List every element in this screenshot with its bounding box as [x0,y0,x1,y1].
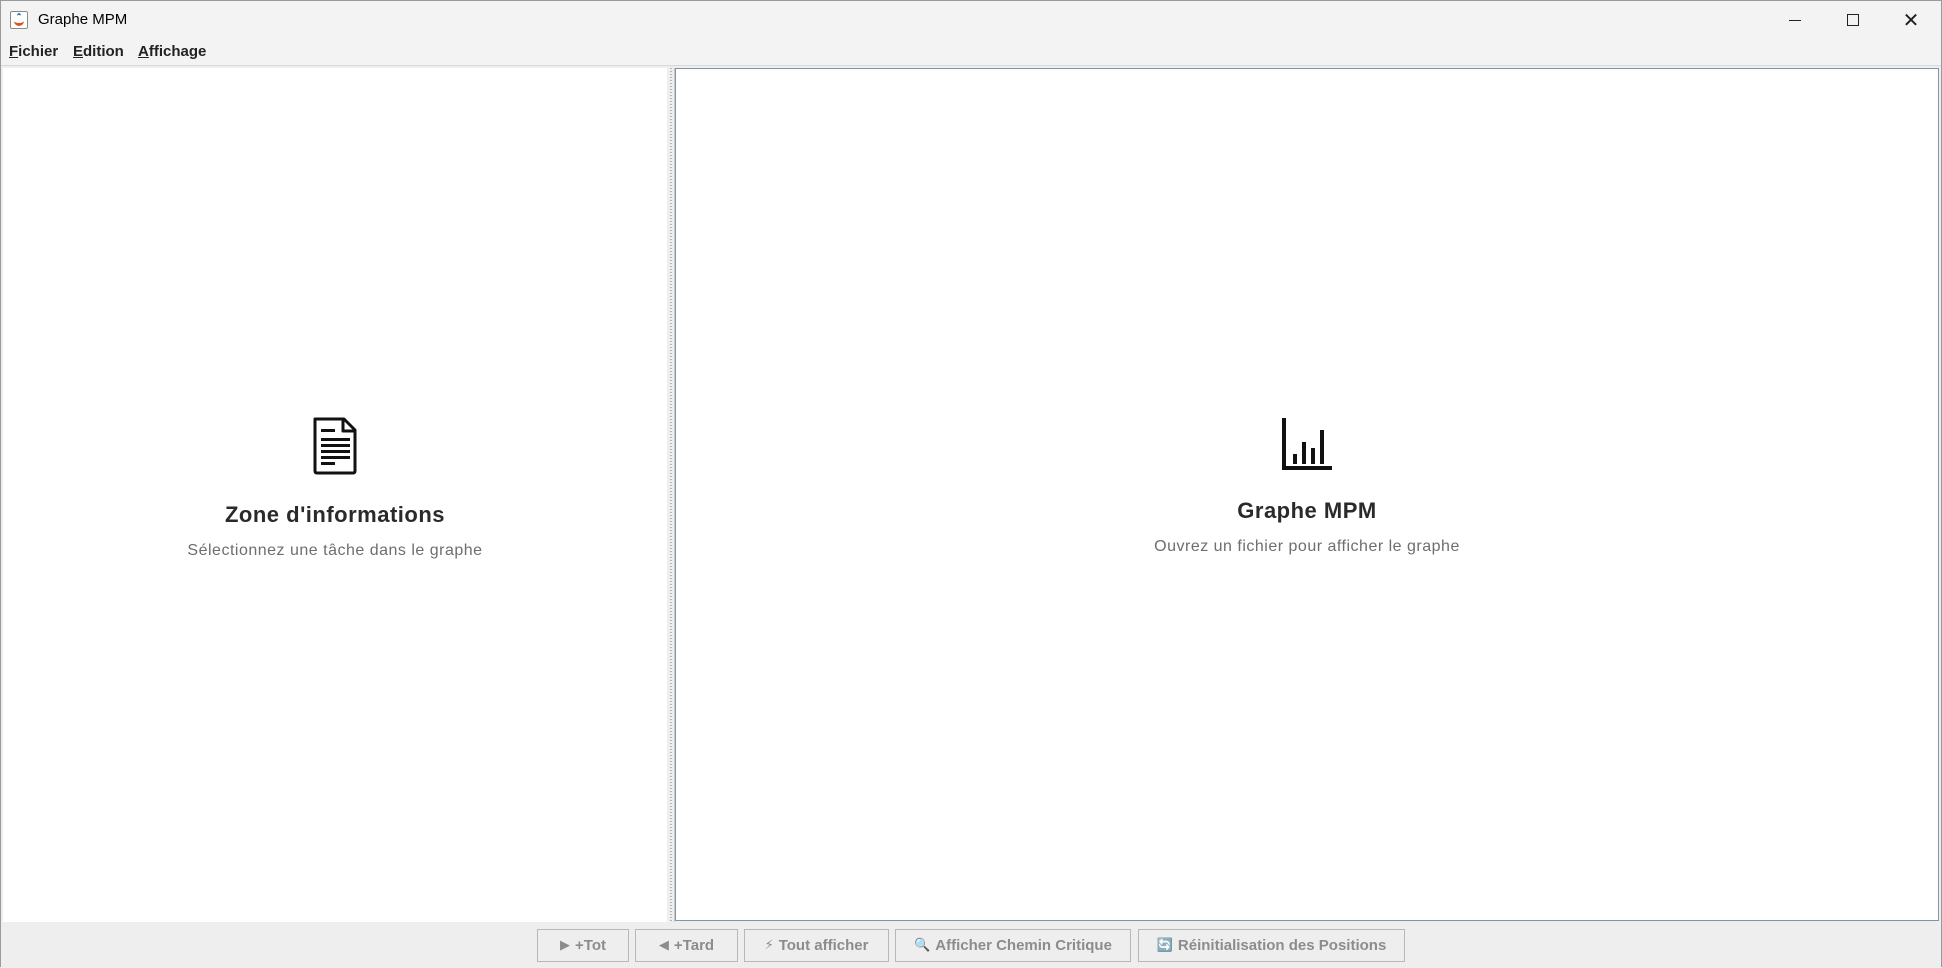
close-button[interactable]: ✕ [1882,1,1940,39]
window-title: Graphe MPM [38,11,128,28]
show-all-button-label: Tout afficher [778,937,869,954]
show-all-button[interactable]: ⚡ Tout afficher [744,929,889,962]
close-icon: ✕ [1902,8,1920,32]
maximize-icon [1847,14,1859,26]
maximize-button[interactable] [1824,1,1882,39]
menu-bar: Fichier Edition Affichage [1,39,1941,66]
tard-button[interactable]: ◀ +Tard [635,929,738,962]
menu-edition-mnemonic: E [73,43,84,60]
play-left-icon: ◀ [658,938,669,953]
document-icon [313,417,357,475]
graph-title: Graphe MPM [1237,498,1377,523]
minimize-button[interactable] [1766,1,1824,39]
menu-affichage[interactable]: Affichage [138,43,206,60]
critical-path-button-label: Afficher Chemin Critique [935,937,1112,954]
lightning-icon: ⚡ [764,938,774,953]
play-right-icon: ▶ [560,938,571,953]
bottom-toolbar: ▶ +Tot ◀ +Tard ⚡ Tout afficher 🔍 Affiche… [1,922,1941,968]
menu-edition[interactable]: Edition [73,43,124,60]
graph-placeholder: Graphe MPM Ouvrez un fichier pour affich… [676,416,1938,556]
magnifier-icon: 🔍 [914,938,931,953]
java-cup-icon [10,11,28,29]
menu-fichier[interactable]: Fichier [9,43,58,60]
tot-button[interactable]: ▶ +Tot [537,929,629,962]
menu-edition-label: dition [83,43,124,60]
reset-positions-button-label: Réinitialisation des Positions [1177,937,1387,954]
reset-positions-button[interactable]: 🔄 Réinitialisation des Positions [1138,929,1405,962]
critical-path-button[interactable]: 🔍 Afficher Chemin Critique [895,929,1131,962]
app-window: Graphe MPM ✕ Fichier Edition Affichage Z… [0,0,1942,968]
menu-fichier-label: ichier [18,43,59,60]
tot-button-label: +Tot [575,937,606,954]
menu-affichage-label: ffichage [148,43,207,60]
refresh-icon: 🔄 [1156,938,1173,953]
minimize-icon [1789,19,1801,21]
graph-subtitle: Ouvrez un fichier pour afficher le graph… [1154,538,1460,555]
info-placeholder: Zone d'informations Sélectionnez une tâc… [3,416,667,560]
title-bar[interactable]: Graphe MPM ✕ [1,1,1941,39]
menu-fichier-mnemonic: F [9,43,19,60]
menu-affichage-mnemonic: A [138,43,149,60]
bar-chart-icon [1282,418,1332,470]
split-divider[interactable] [667,68,675,922]
info-subtitle: Sélectionnez une tâche dans le graphe [187,542,483,559]
info-title: Zone d'informations [224,502,446,527]
graph-panel[interactable]: Graphe MPM Ouvrez un fichier pour affich… [675,68,1939,921]
tard-button-label: +Tard [673,937,715,954]
info-panel: Zone d'informations Sélectionnez une tâc… [3,68,667,922]
